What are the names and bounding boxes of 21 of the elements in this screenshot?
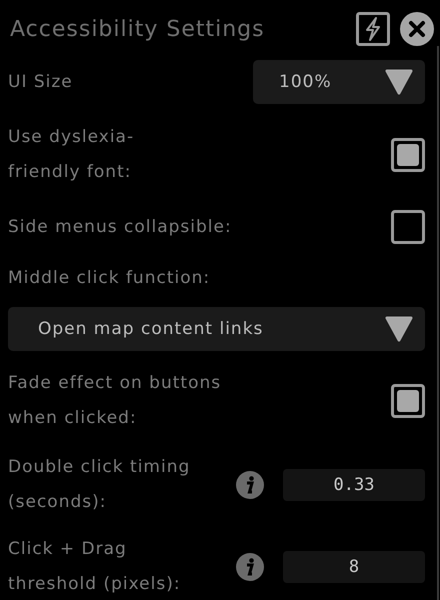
setting-label: Use dyslexia- friendly font: — [8, 126, 136, 184]
lightning-icon[interactable] — [356, 12, 390, 46]
info-icon[interactable] — [235, 552, 265, 582]
checkbox[interactable] — [391, 210, 425, 244]
setting-label: Click + Drag threshold (pixels): — [8, 538, 182, 596]
number-field[interactable]: 0.33 — [283, 469, 425, 501]
dropdown-caret-icon — [385, 69, 413, 95]
setting-label: Side menus collapsible: — [8, 216, 233, 238]
dropdown-caret-icon — [385, 316, 413, 342]
number-field[interactable]: 8 — [283, 551, 425, 583]
checkbox[interactable] — [391, 384, 425, 418]
setting-label: Middle click function: — [8, 266, 212, 290]
window-title: Accessibility Settings — [10, 16, 266, 42]
close-icon[interactable] — [400, 12, 434, 46]
info-icon[interactable] — [235, 470, 265, 500]
setting-label: Fade effect on buttons when clicked: — [8, 372, 222, 430]
checkbox[interactable] — [391, 138, 425, 172]
setting-label: UI Size — [8, 70, 74, 94]
function-dropdown[interactable]: Open map content links — [8, 307, 425, 351]
size-dropdown[interactable]: 100% — [253, 60, 425, 104]
setting-label: Double click timing (seconds): — [8, 456, 192, 514]
